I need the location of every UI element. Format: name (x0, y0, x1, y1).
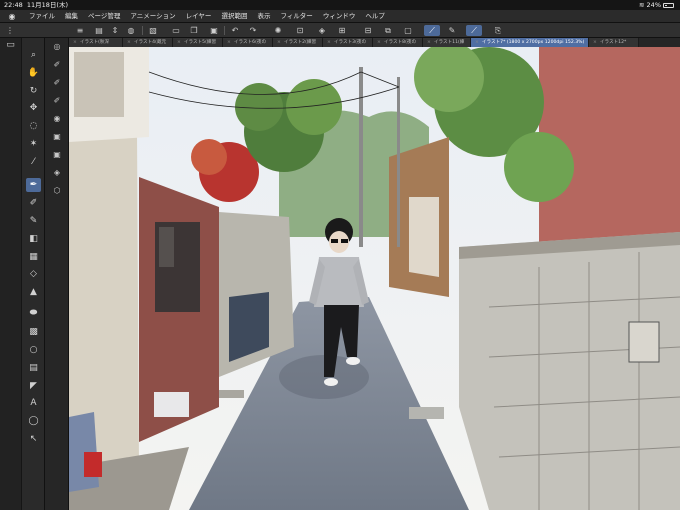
redo-icon[interactable]: ↷ (247, 25, 259, 36)
document-tab-bar: × イラスト(秋深 × イラスト4(蔵元 × イラスト5(練習 × イラスト6(夜の ×… (69, 38, 680, 47)
menu-selection[interactable]: 選択範囲 (216, 10, 252, 22)
settings-icon[interactable]: ⎘ (492, 25, 504, 36)
move-icon[interactable]: ✥ (26, 101, 41, 115)
brush-icon[interactable]: ✎ (26, 214, 41, 228)
tab-illust-3[interactable]: × イラスト3(夜の (323, 38, 373, 47)
close-icon[interactable]: × (277, 40, 281, 45)
magic-wand-icon[interactable]: ✶ (26, 137, 41, 151)
hand-icon[interactable]: ✋ (26, 66, 41, 80)
sub-pen-3-icon[interactable]: ✐ (50, 94, 64, 107)
invert-icon[interactable]: ⧉ (382, 25, 394, 36)
clear-icon[interactable]: ✺ (272, 25, 284, 36)
sub-pen-5-icon[interactable]: ▣ (50, 130, 64, 143)
tab-illust-8[interactable]: × イラスト8(夜の (373, 38, 423, 47)
tool-panel: ⌕ ✋ ↻ ✥ ◌ ✶ ⁄ ✒ ✐ ✎ ◧ ▦ ◇ ▲ ⬬ ▩ ○ ▤ ◤ A … (22, 38, 66, 510)
select-all-icon[interactable]: ⊞ (336, 25, 348, 36)
undo-icon[interactable]: ↶ (229, 25, 241, 36)
snap-special-icon[interactable]: ⟋ (466, 25, 482, 36)
menu-animation[interactable]: アニメーション (125, 10, 180, 22)
balloon-icon[interactable]: ◯ (26, 414, 41, 428)
open-icon[interactable]: ⇕ (109, 25, 121, 36)
save-icon[interactable]: ◍ (125, 25, 137, 36)
close-icon[interactable]: × (327, 40, 331, 45)
tab-illust-1[interactable]: × イラスト(秋深 (69, 38, 123, 47)
fill-icon[interactable]: ◧ (26, 232, 41, 246)
tab-illust-12[interactable]: × イラスト12* (589, 38, 639, 47)
close-icon[interactable]: × (475, 40, 479, 45)
close-icon[interactable]: × (427, 40, 431, 45)
tab-illust-5[interactable]: × イラスト5(練習 (173, 38, 223, 47)
menu-bar: ◉ ファイル 編集 ページ管理 アニメーション レイヤー 選択範囲 表示 フィル… (0, 10, 680, 23)
app-icon[interactable]: ◉ (0, 10, 24, 22)
close-icon[interactable]: × (73, 40, 77, 45)
tab-illust-7-active[interactable]: × イラスト7* (1800 x 2700px 1200dpi 152.3%) (471, 38, 589, 47)
crop-icon[interactable]: ▢ (402, 25, 414, 36)
sub-pen-6-icon[interactable]: ▣ (50, 148, 64, 161)
tab-illust-4[interactable]: × イラスト4(蔵元 (123, 38, 173, 47)
close-icon[interactable]: × (127, 40, 131, 45)
drawing-canvas[interactable] (69, 47, 680, 510)
sub-pen-2-icon[interactable]: ✐ (50, 76, 64, 89)
menu-window[interactable]: ウィンドウ (318, 10, 361, 22)
ruler-icon[interactable]: ◤ (26, 379, 41, 393)
status-time: 22:48 (4, 1, 23, 9)
fill-icon[interactable]: ◈ (316, 25, 328, 36)
transform-icon[interactable]: ⊡ (294, 25, 306, 36)
copy-icon[interactable]: ❐ (188, 25, 200, 36)
gradient-tool-icon[interactable]: ▩ (26, 325, 41, 339)
lasso-icon[interactable]: ◌ (26, 119, 41, 133)
menu-filter[interactable]: フィルター (275, 10, 317, 22)
menu-view[interactable]: 表示 (252, 10, 275, 22)
close-icon[interactable]: × (177, 40, 181, 45)
menu-file[interactable]: ファイル (24, 10, 60, 22)
frame-icon[interactable]: ▤ (26, 361, 41, 375)
sub-pen-7-icon[interactable]: ◈ (50, 166, 64, 179)
wifi-icon: ≋ (639, 1, 645, 9)
new-icon[interactable]: ▤ (93, 25, 105, 36)
close-icon[interactable]: × (377, 40, 381, 45)
sub-pen-8-icon[interactable]: ⬡ (50, 184, 64, 197)
menu-icon[interactable]: ≡ (74, 25, 86, 36)
menu-layer[interactable]: レイヤー (181, 10, 217, 22)
sub-pen-1-icon[interactable]: ✐ (50, 58, 64, 71)
menu-page[interactable]: ページ管理 (83, 10, 125, 22)
tab-illust-6[interactable]: × イラスト6(夜の (223, 38, 273, 47)
status-date: 11月18日(木) (26, 1, 68, 9)
correction-icon[interactable]: ↖ (26, 432, 41, 446)
snap-grid-icon[interactable]: ✎ (446, 25, 458, 36)
close-icon[interactable]: × (227, 40, 231, 45)
left-strip: ▭ (0, 38, 22, 510)
sub-pen-4-icon[interactable]: ◉ (50, 112, 64, 125)
layer-icon[interactable]: ▧ (147, 25, 159, 36)
battery-icon (663, 2, 674, 8)
tab-illust-2[interactable]: × イラスト2(練習 (273, 38, 323, 47)
paste-icon[interactable]: ▣ (208, 25, 220, 36)
text-icon[interactable]: A (26, 396, 41, 410)
tab-illust-11[interactable]: × イラスト11(練 (423, 38, 471, 47)
folder-icon[interactable]: ▭ (170, 25, 182, 36)
rotate-icon[interactable]: ↻ (26, 84, 41, 98)
circle-icon[interactable]: ○ (26, 343, 41, 357)
menu-help[interactable]: ヘルプ (360, 10, 390, 22)
sub-tool-menu-icon[interactable]: ◎ (50, 40, 64, 53)
ios-status-bar: 22:48 11月18日(木) ≋ 24% (0, 0, 680, 10)
snap-ruler-icon[interactable]: ⟋ (424, 25, 440, 36)
close-icon[interactable]: × (593, 40, 597, 45)
folder-panel-icon[interactable]: ▭ (3, 38, 18, 52)
gradient-icon[interactable]: ▦ (26, 250, 41, 264)
zoom-icon[interactable]: ⌕ (26, 48, 41, 62)
blend-icon[interactable]: ▲ (26, 285, 41, 299)
battery-level: 24% (646, 1, 661, 9)
eraser-icon[interactable]: ◇ (26, 267, 41, 281)
pencil-icon[interactable]: ✐ (26, 196, 41, 210)
eyedropper-icon[interactable]: ⁄ (26, 155, 41, 169)
grip-icon[interactable]: ⋮ (4, 25, 16, 36)
menu-edit[interactable]: 編集 (60, 10, 83, 22)
sub-tool-panel: ◎ ✐ ✐ ✐ ◉ ▣ ▣ ◈ ⬡ (45, 38, 69, 510)
command-bar: ⋮ ≡ ▤ ⇕ ◍ ▧ ▭ ❐ ▣ ↶ ↷ ✺ ⊡ ◈ ⊞ ⊟ ⧉ ▢ ⟋ ✎ … (0, 23, 680, 38)
artwork-illustration (69, 47, 680, 510)
pen-icon[interactable]: ✒ (26, 178, 41, 192)
deselect-icon[interactable]: ⊟ (362, 25, 374, 36)
figure-icon[interactable]: ⬬ (26, 306, 41, 320)
